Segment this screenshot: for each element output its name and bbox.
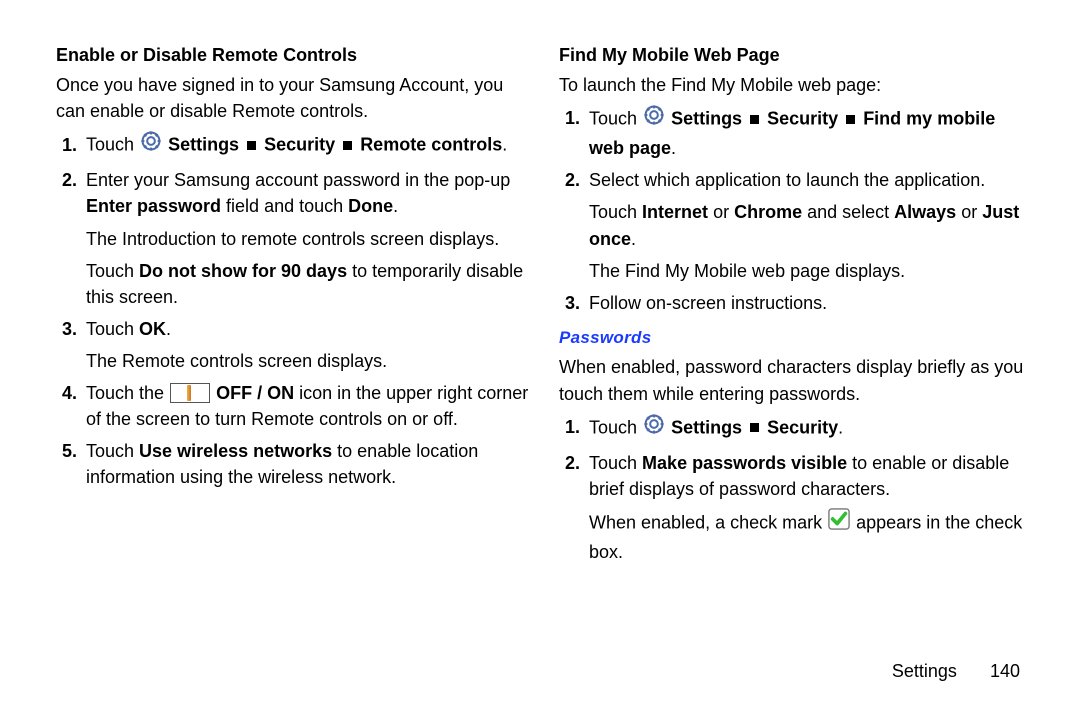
text: Touch Internet or Chrome and select Alwa… — [589, 199, 1032, 251]
left-step-5: Touch Use wireless networks to enable lo… — [82, 438, 529, 490]
settings-label: Settings — [671, 417, 742, 437]
security-label: Security — [767, 417, 838, 437]
footer: Settings 140 — [892, 658, 1020, 684]
settings-icon — [643, 104, 665, 133]
text: When enabled, a check mark appears in th… — [589, 508, 1032, 565]
text: . — [671, 138, 676, 158]
left-step-1: Touch Settings Security Remote controls. — [82, 130, 529, 161]
settings-label: Settings — [671, 108, 742, 128]
left-step-3: Touch OK. The Remote controls screen dis… — [82, 316, 529, 374]
passwords-list: Touch Settings Security. Touch Make pass… — [559, 413, 1032, 565]
passwords-step-1: Touch Settings Security. — [585, 413, 1032, 444]
text: When enabled, a check mark — [589, 512, 827, 532]
text: Enter password — [86, 196, 221, 216]
text: Touch — [589, 202, 642, 222]
text: . — [502, 135, 507, 155]
checkmark-icon — [828, 508, 850, 537]
text: Do not show for 90 days — [139, 261, 347, 281]
text: The Remote controls screen displays. — [86, 348, 529, 374]
security-label: Security — [767, 108, 838, 128]
left-step-2: Enter your Samsung account password in t… — [82, 167, 529, 309]
text: or — [708, 202, 734, 222]
arrow-icon — [846, 115, 855, 124]
left-intro: Once you have signed in to your Samsung … — [56, 72, 529, 124]
text: Enter your Samsung account password in t… — [86, 170, 510, 190]
footer-page-number: 140 — [990, 661, 1020, 681]
arrow-icon — [750, 115, 759, 124]
passwords-step-2: Touch Make passwords visible to enable o… — [585, 450, 1032, 565]
right-step-1: Touch Settings Security Find my mobile w… — [585, 104, 1032, 161]
page: Enable or Disable Remote Controls Once y… — [0, 0, 1080, 720]
arrow-icon — [343, 141, 352, 150]
settings-icon — [643, 413, 665, 442]
text: The Introduction to remote controls scre… — [86, 226, 529, 252]
text: Touch — [86, 441, 139, 461]
text: Chrome — [734, 202, 802, 222]
right-column: Find My Mobile Web Page To launch the Fi… — [559, 42, 1032, 573]
text: Touch — [589, 108, 642, 128]
text: Touch — [86, 135, 139, 155]
text: Select which application to launch the a… — [589, 170, 985, 190]
left-list: Touch Settings Security Remote controls.… — [56, 130, 529, 490]
text: and select — [802, 202, 894, 222]
text: field and touch — [221, 196, 348, 216]
text: or — [956, 202, 982, 222]
text: Internet — [642, 202, 708, 222]
text: Touch Do not show for 90 days to tempora… — [86, 258, 529, 310]
text: . — [393, 196, 398, 216]
text: Done — [348, 196, 393, 216]
right-step-2: Select which application to launch the a… — [585, 167, 1032, 283]
left-step-4: Touch the OFF / ON icon in the upper rig… — [82, 380, 529, 432]
text: Always — [894, 202, 956, 222]
text: Touch — [86, 261, 139, 281]
text: Use wireless networks — [139, 441, 332, 461]
settings-label: Settings — [168, 135, 239, 155]
text: Make passwords visible — [642, 453, 847, 473]
settings-icon — [140, 130, 162, 159]
text: Touch — [589, 417, 642, 437]
remote-controls-label: Remote controls — [360, 135, 502, 155]
text: Touch — [86, 319, 139, 339]
arrow-icon — [247, 141, 256, 150]
right-title: Find My Mobile Web Page — [559, 42, 1032, 68]
toggle-icon — [170, 383, 210, 403]
left-title: Enable or Disable Remote Controls — [56, 42, 529, 68]
text: OFF / ON — [216, 383, 294, 403]
arrow-icon — [750, 423, 759, 432]
text: Touch — [589, 453, 642, 473]
passwords-heading: Passwords — [559, 326, 1032, 351]
text: The Find My Mobile web page displays. — [589, 258, 1032, 284]
passwords-intro: When enabled, password characters displa… — [559, 354, 1032, 406]
text: Touch the — [86, 383, 169, 403]
left-column: Enable or Disable Remote Controls Once y… — [56, 42, 529, 573]
right-step-3: Follow on-screen instructions. — [585, 290, 1032, 316]
text: . — [631, 229, 636, 249]
right-list: Touch Settings Security Find my mobile w… — [559, 104, 1032, 316]
text: OK — [139, 319, 166, 339]
right-intro: To launch the Find My Mobile web page: — [559, 72, 1032, 98]
text: . — [166, 319, 171, 339]
text: . — [838, 417, 843, 437]
footer-section: Settings — [892, 661, 957, 681]
security-label: Security — [264, 135, 335, 155]
